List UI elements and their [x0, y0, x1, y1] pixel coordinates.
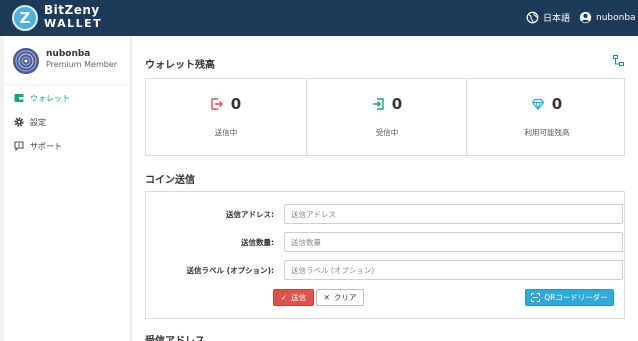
user-circle-icon [579, 11, 592, 24]
receive-title: 受信アドレス [145, 332, 205, 341]
sidebar-username: nubonba [46, 49, 91, 59]
send-form-card: 送信アドレス: 送信数量: 送信ラベル (オプション): ✓ 送信 ✕ クリア … [145, 191, 625, 319]
close-icon: ✕ [323, 293, 330, 302]
send-address-input[interactable] [284, 204, 623, 224]
main-content: ウォレット残高 0 送信中 0 受信中 0 利用可能残高 コイン送信 送信アドレ… [132, 36, 638, 341]
send-button[interactable]: ✓ 送信 [273, 289, 314, 306]
balance-receiving: 0 受信中 [306, 79, 466, 155]
send-label-row: 送信ラベル (オプション): [146, 260, 624, 280]
sidebar-item-support[interactable]: サポート [14, 139, 62, 153]
top-header: Z BitZeny WALLET 日本語 nubonba [0, 0, 638, 36]
language-selector[interactable]: 日本語 [526, 11, 570, 24]
user-name: nubonba [596, 12, 636, 23]
gear-icon [14, 117, 24, 127]
sitemap-icon[interactable] [613, 55, 624, 66]
send-address-row: 送信アドレス: [146, 204, 624, 224]
sidebar-item-settings[interactable]: 設定 [14, 115, 46, 129]
sidebar-item-label: 設定 [30, 117, 46, 127]
qr-scan-icon [531, 293, 541, 302]
send-address-label: 送信アドレス: [226, 210, 274, 219]
check-icon: ✓ [280, 293, 288, 302]
send-label-label: 送信ラベル (オプション): [186, 266, 274, 275]
support-icon [14, 141, 24, 151]
user-menu[interactable]: nubonba [579, 11, 636, 24]
sidebar-item-label: サポート [30, 141, 62, 151]
balance-label: 受信中 [375, 128, 399, 137]
diamond-icon [531, 98, 544, 110]
balance-label: 利用可能残高 [524, 128, 570, 137]
language-label: 日本語 [543, 14, 571, 24]
balance-label: 送信中 [214, 128, 238, 137]
avatar [13, 48, 39, 74]
send-out-icon [211, 98, 223, 110]
wallet-icon [14, 94, 24, 102]
sidebar-item-label: ウォレット [30, 93, 70, 103]
sidebar-role: Premium Member [46, 60, 118, 69]
send-amount-input[interactable] [284, 232, 623, 252]
receive-in-icon [372, 98, 384, 110]
balance-sending: 0 送信中 [146, 79, 306, 155]
sidebar-item-wallet[interactable]: ウォレット [14, 91, 70, 105]
balance-value: 0 [391, 95, 403, 113]
bitzeny-logo[interactable]: Z [12, 5, 38, 31]
brand-name: BitZeny WALLET [44, 3, 103, 31]
send-title: コイン送信 [145, 175, 195, 186]
globe-icon [526, 11, 539, 24]
send-label-input[interactable] [284, 260, 623, 280]
balance-value: 0 [230, 95, 242, 113]
balance-card: 0 送信中 0 受信中 0 利用可能残高 [145, 78, 625, 156]
sidebar: nubonba Premium Member ウォレット 設定 サポート [4, 36, 131, 341]
send-amount-label: 送信数量: [241, 238, 274, 247]
balance-available: 0 利用可能残高 [466, 79, 626, 155]
qr-reader-button[interactable]: QRコードリーダー [525, 289, 614, 306]
balance-title: ウォレット残高 [145, 60, 215, 71]
sidebar-divider [4, 84, 131, 85]
clear-button[interactable]: ✕ クリア [316, 289, 364, 306]
send-amount-row: 送信数量: [146, 232, 624, 252]
balance-value: 0 [551, 95, 563, 113]
